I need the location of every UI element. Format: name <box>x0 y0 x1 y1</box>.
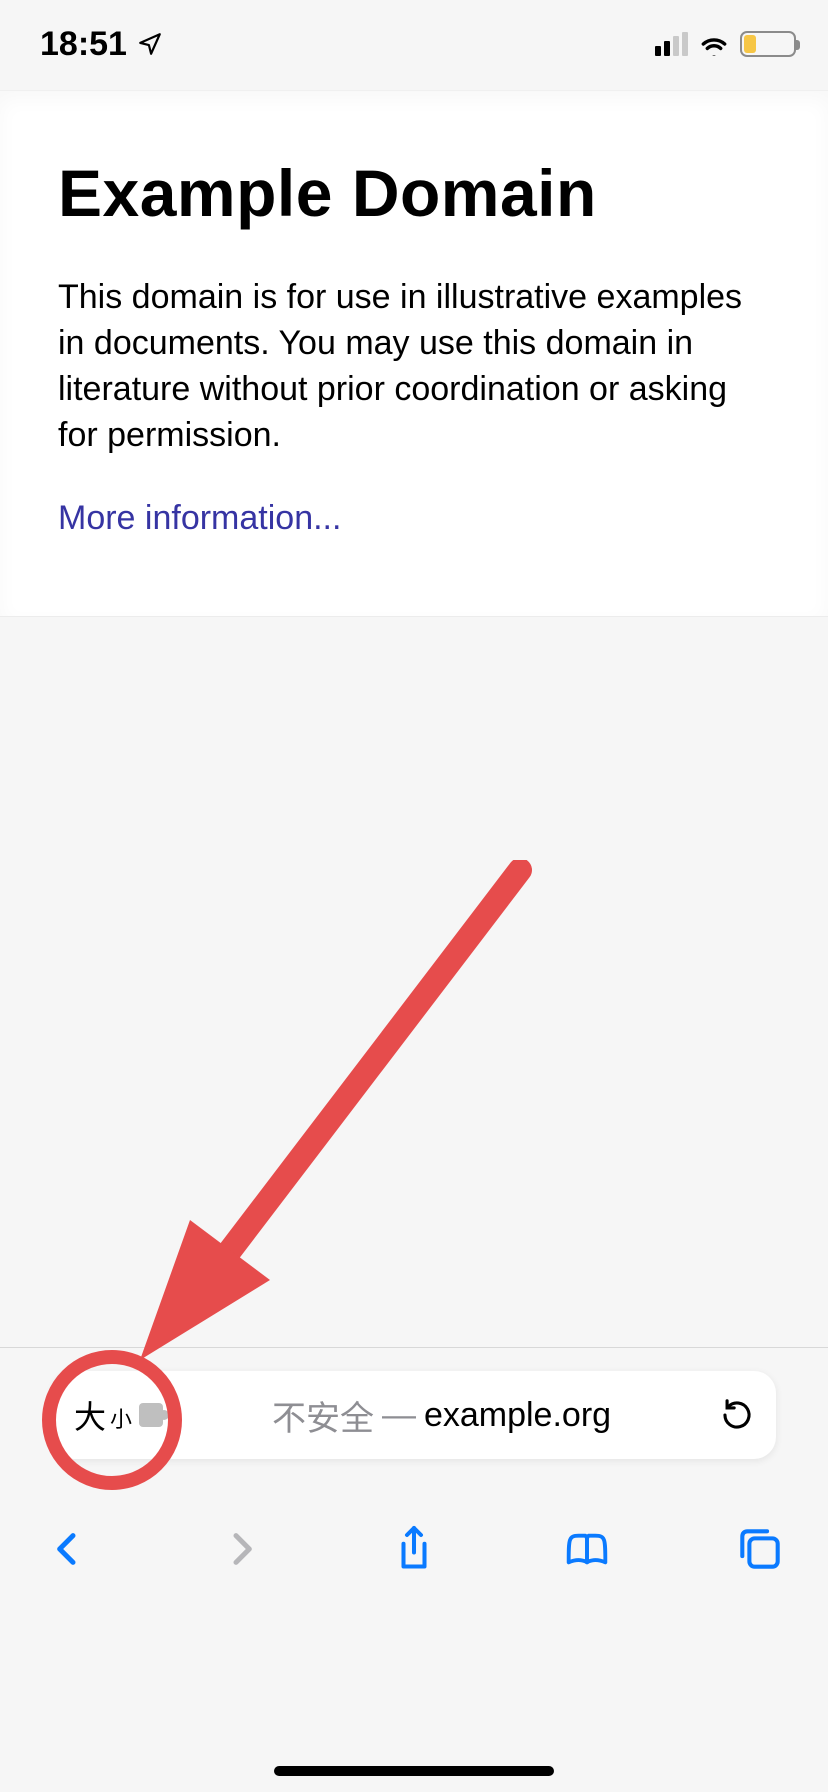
address-bar[interactable]: 大 小 不安全 — example.org <box>52 1371 776 1459</box>
back-button[interactable] <box>38 1526 98 1572</box>
annotation-arrow <box>120 860 540 1380</box>
forward-button[interactable] <box>211 1526 271 1572</box>
cellular-icon <box>655 32 688 56</box>
insecure-label: 不安全 <box>272 1391 374 1440</box>
reload-button[interactable] <box>720 1398 754 1432</box>
webpage-content[interactable]: Example Domain This domain is for use in… <box>0 90 828 616</box>
location-icon <box>137 31 163 57</box>
page-body: This domain is for use in illustrative e… <box>58 275 770 459</box>
more-information-link[interactable]: More information... <box>58 499 341 537</box>
text-size-small-icon: 小 <box>110 1402 132 1434</box>
page-settings-button[interactable]: 大 小 <box>74 1392 163 1438</box>
bottom-toolbar <box>0 1494 828 1604</box>
url-display[interactable]: 不安全 — example.org <box>177 1391 706 1440</box>
divider <box>0 1347 828 1348</box>
home-indicator[interactable] <box>274 1766 554 1776</box>
battery-icon <box>740 31 796 57</box>
tabs-button[interactable] <box>730 1526 790 1572</box>
bookmarks-button[interactable] <box>557 1527 617 1571</box>
extensions-icon <box>139 1403 163 1427</box>
text-size-large-icon: 大 <box>74 1392 106 1438</box>
url-separator: — <box>382 1396 416 1435</box>
status-left: 18:51 <box>40 25 163 64</box>
page-title: Example Domain <box>58 155 770 231</box>
share-button[interactable] <box>384 1524 444 1574</box>
status-right <box>655 31 796 57</box>
wifi-icon <box>698 32 730 56</box>
url-domain: example.org <box>424 1396 611 1435</box>
status-time: 18:51 <box>40 25 127 64</box>
status-bar: 18:51 <box>0 0 828 88</box>
